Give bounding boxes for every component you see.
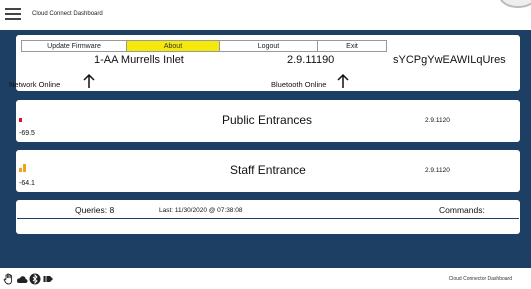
- footer-text: Cloud Connector Dashboard: [448, 276, 512, 282]
- tab-bar: Update Firmware About Logout Exit: [21, 40, 387, 52]
- entrance-name: Staff Entrance: [230, 163, 306, 177]
- entrance-rssi: -69.5: [19, 130, 35, 137]
- tab-update-firmware[interactable]: Update Firmware: [21, 40, 127, 52]
- signal-strength-icon: [19, 118, 22, 122]
- status-row: Network Online Bluetooth Online: [9, 72, 519, 90]
- tab-logout[interactable]: Logout: [219, 40, 318, 52]
- entrance-version: 2.9.1120: [425, 167, 450, 174]
- tag-icon: [43, 274, 53, 284]
- entrance-card[interactable]: -64.1 Staff Entrance 2.9.1120: [16, 150, 520, 192]
- tab-exit[interactable]: Exit: [317, 40, 387, 52]
- commands-label: Commands:: [439, 205, 485, 215]
- network-arrow-icon: [83, 73, 95, 88]
- hand-icon: [3, 273, 13, 285]
- app-title: Cloud Connect Dashboard: [32, 11, 103, 17]
- bluetooth-icon: [29, 273, 41, 285]
- bluetooth-status: Bluetooth Online: [271, 80, 327, 89]
- signal-strength-icon: [19, 164, 26, 172]
- footer-icons: [3, 273, 54, 285]
- entrance-card[interactable]: -69.5 Public Entrances 2.9.1120: [16, 100, 520, 142]
- entrance-name: Public Entrances: [222, 113, 313, 127]
- entrance-version: 2.9.1120: [425, 117, 450, 124]
- entrance-rssi: -64.1: [19, 180, 35, 187]
- dashboard-area: Update Firmware About Logout Exit 1-AA M…: [0, 30, 531, 268]
- cloud-icon: [17, 276, 28, 283]
- top-bar: Cloud Connect Dashboard: [0, 0, 531, 30]
- tab-about[interactable]: About: [126, 40, 220, 52]
- queries-panel: Queries: 8 Last: 11/30/2020 @ 07:38:08 C…: [16, 200, 520, 234]
- last-query-time: Last: 11/30/2020 @ 07:38:08: [159, 207, 243, 214]
- queries-row: Queries: 8 Last: 11/30/2020 @ 07:38:08 C…: [17, 205, 519, 217]
- device-name: 1-AA Murrells Inlet: [94, 54, 184, 66]
- menu-icon[interactable]: [5, 8, 21, 20]
- queries-count: Queries: 8: [75, 205, 115, 215]
- device-info-row: 1-AA Murrells Inlet 2.9.11190 sYCPgYwEAW…: [17, 54, 519, 68]
- bluetooth-arrow-icon: [337, 73, 349, 88]
- device-panel: Update Firmware About Logout Exit 1-AA M…: [9, 35, 520, 91]
- corner-decoration: [499, 0, 531, 8]
- network-status: Network Online: [9, 80, 61, 89]
- device-version: 2.9.11190: [287, 54, 335, 66]
- device-id: sYCPgYwEAWILqUres: [393, 54, 506, 66]
- queries-divider: [17, 218, 519, 219]
